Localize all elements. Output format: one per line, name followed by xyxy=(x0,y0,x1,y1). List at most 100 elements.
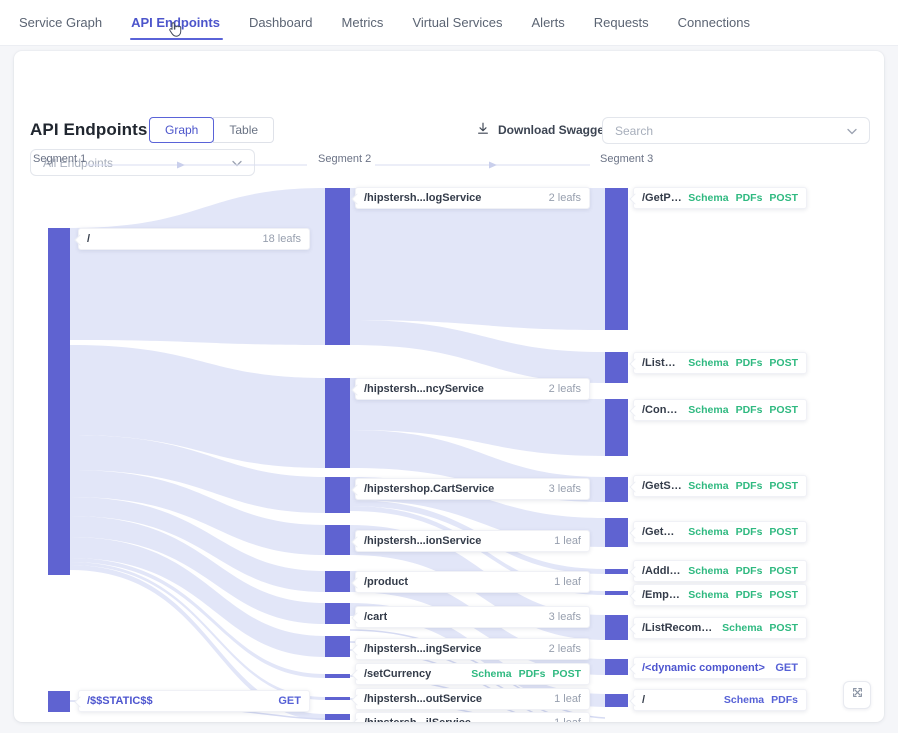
endpoint-node-getproduct[interactable]: /GetProductSchemaPDFsPOST xyxy=(633,187,807,209)
sankey-bar-hipstersh-ncyservice[interactable] xyxy=(325,378,350,468)
search-input[interactable]: Search xyxy=(602,117,870,144)
post-link[interactable]: POST xyxy=(552,668,581,680)
download-swagger-button[interactable]: Download Swagger xyxy=(476,121,609,139)
table-toggle-button[interactable]: Table xyxy=(213,117,274,143)
sankey-bar-convert[interactable] xyxy=(605,399,628,456)
sankey-bar-hipstersh-logservice[interactable] xyxy=(325,188,350,345)
sankey-bar-additem[interactable] xyxy=(605,569,628,574)
endpoint-node-static[interactable]: /$$STATIC$$GET xyxy=(78,690,310,712)
pdfs-link[interactable]: PDFs xyxy=(736,357,763,369)
nav-item-requests[interactable]: Requests xyxy=(594,15,649,30)
endpoint-node-listproducts[interactable]: /ListProducts Schema PDFs POST xyxy=(633,352,807,374)
schema-link[interactable]: Schema xyxy=(688,192,728,204)
post-link[interactable]: POST xyxy=(769,622,798,634)
endpoint-label: /hipstersh...ingService xyxy=(364,643,481,655)
endpoint-actions: Schema PDFs POST xyxy=(688,565,798,577)
download-icon xyxy=(476,121,490,139)
segment-3-label: Segment 3 xyxy=(600,153,653,165)
pdfs-link[interactable]: PDFs xyxy=(519,668,546,680)
post-link[interactable]: POST xyxy=(769,404,798,416)
endpoint-label: /$$STATIC$$ xyxy=(87,695,153,707)
endpoint-node-cart[interactable]: /cart3 leafs xyxy=(355,606,590,628)
sankey-bar-hipstershop-cartservice[interactable] xyxy=(325,477,350,513)
endpoint-node-listrecommendations[interactable]: /ListRecommendationsSchemaPOST xyxy=(633,617,807,639)
nav-item-connections[interactable]: Connections xyxy=(678,15,750,30)
schema-link[interactable]: Schema xyxy=(722,622,762,634)
graph-toggle-button[interactable]: Graph xyxy=(149,117,214,143)
sankey-bar-getsupportedcurrencies[interactable] xyxy=(605,477,628,502)
sankey-bar-setcurrency[interactable] xyxy=(325,674,350,678)
endpoint-actions: Schema PDFs POST xyxy=(688,192,798,204)
sankey-bar-root[interactable] xyxy=(605,694,628,707)
schema-link[interactable]: Schema xyxy=(688,404,728,416)
nav-item-virtual-services[interactable]: Virtual Services xyxy=(412,15,502,30)
post-link[interactable]: POST xyxy=(769,589,798,601)
sankey-bar-getcart[interactable] xyxy=(605,518,628,547)
segment-arrow xyxy=(85,156,307,174)
leaf-count: 2 leafs xyxy=(549,383,581,395)
endpoint-node-hipstersh-logservice[interactable]: /hipstersh...logService2 leafs xyxy=(355,187,590,209)
schema-link[interactable]: Schema xyxy=(688,480,728,492)
endpoint-node-root[interactable]: /18 leafs xyxy=(78,228,310,250)
schema-link[interactable]: Schema xyxy=(688,565,728,577)
endpoint-node-hipstershop-cartservice[interactable]: /hipstershop.CartService3 leafs xyxy=(355,478,590,500)
leaf-count: 1 leaf xyxy=(554,535,581,547)
pdfs-link[interactable]: PDFs xyxy=(736,192,763,204)
segment-arrow xyxy=(375,156,590,174)
schema-link[interactable]: Schema xyxy=(688,526,728,538)
endpoint-node-hipstersh-ingservice[interactable]: /hipstersh...ingService2 leafs xyxy=(355,638,590,660)
sankey-bar-emptycart[interactable] xyxy=(605,591,628,595)
nav-item-service-graph[interactable]: Service Graph xyxy=(19,15,102,30)
endpoint-node-getcart[interactable]: /GetCart Schema PDFs POST xyxy=(633,521,807,543)
nav-item-api-endpoints[interactable]: API Endpoints xyxy=(131,15,220,30)
endpoint-node-setcurrency[interactable]: /setCurrencySchemaPDFsPOST xyxy=(355,663,590,685)
endpoint-node-hipstersh-ionservice[interactable]: /hipstersh...ionService1 leaf xyxy=(355,530,590,552)
post-link[interactable]: POST xyxy=(769,526,798,538)
pdfs-link[interactable]: PDFs xyxy=(736,526,763,538)
sankey-bar-hipstersh-ingservice[interactable] xyxy=(325,636,350,657)
sankey-bar-getproduct[interactable] xyxy=(605,188,628,330)
endpoint-node-getsupportedcurrencies[interactable]: /GetSupportedCurrenciesSchemaPDFsPOST xyxy=(633,475,807,497)
endpoint-node-hipstersh-outservice[interactable]: /hipstersh...outService1 leaf xyxy=(355,688,590,710)
post-link[interactable]: POST xyxy=(769,357,798,369)
endpoint-label: /ListProducts xyxy=(642,357,682,369)
schema-link[interactable]: Schema xyxy=(471,668,511,680)
endpoint-node-additem[interactable]: /AddItemSchemaPDFsPOST xyxy=(633,560,807,582)
sankey-bar-product[interactable] xyxy=(325,571,350,592)
pdfs-link[interactable]: PDFs xyxy=(736,480,763,492)
sankey-bar-static[interactable] xyxy=(48,691,70,712)
sankey-bar-hipstersh-ilservice[interactable] xyxy=(325,714,350,720)
post-link[interactable]: POST xyxy=(769,192,798,204)
endpoint-node-hipstersh-ncyservice[interactable]: /hipstersh...ncyService2 leafs xyxy=(355,378,590,400)
sankey-bar-hipstersh-outservice[interactable] xyxy=(325,697,350,700)
nav-item-metrics[interactable]: Metrics xyxy=(342,15,384,30)
leaf-count: 1 leaf xyxy=(554,576,581,588)
sankey-bar-root[interactable] xyxy=(48,228,70,575)
pdfs-link[interactable]: PDFs xyxy=(771,694,798,706)
sankey-bar-listrecommendations[interactable] xyxy=(605,615,628,640)
endpoint-node-root[interactable]: /SchemaPDFs xyxy=(633,689,807,711)
sankey-bar-listproducts[interactable] xyxy=(605,352,628,383)
expand-button[interactable] xyxy=(843,681,871,709)
endpoint-node-product[interactable]: /product1 leaf xyxy=(355,571,590,593)
endpoint-node-dynamic-component[interactable]: /<dynamic component>GET xyxy=(633,657,807,679)
pdfs-link[interactable]: PDFs xyxy=(736,404,763,416)
endpoint-node-emptycart[interactable]: /EmptyCartSchemaPDFsPOST xyxy=(633,584,807,606)
schema-link[interactable]: Schema xyxy=(724,694,764,706)
sankey-bar-cart[interactable] xyxy=(325,603,350,624)
nav-item-alerts[interactable]: Alerts xyxy=(532,15,565,30)
endpoint-actions: Schema PDFs POST xyxy=(688,589,798,601)
endpoint-label: /GetCart xyxy=(642,526,682,538)
sankey-bar-dynamic-component[interactable] xyxy=(605,659,628,675)
schema-link[interactable]: Schema xyxy=(688,589,728,601)
post-link[interactable]: POST xyxy=(769,565,798,577)
post-link[interactable]: POST xyxy=(769,480,798,492)
nav-item-dashboard[interactable]: Dashboard xyxy=(249,15,313,30)
pdfs-link[interactable]: PDFs xyxy=(736,565,763,577)
endpoint-node-convert[interactable]: /ConvertSchemaPDFsPOST xyxy=(633,399,807,421)
endpoint-label: /cart xyxy=(364,611,387,623)
sankey-bar-hipstersh-ionservice[interactable] xyxy=(325,525,350,555)
endpoint-node-hipstersh-ilservice[interactable]: /hipstersh...ilService1 leaf xyxy=(355,712,590,722)
schema-link[interactable]: Schema xyxy=(688,357,728,369)
pdfs-link[interactable]: PDFs xyxy=(736,589,763,601)
